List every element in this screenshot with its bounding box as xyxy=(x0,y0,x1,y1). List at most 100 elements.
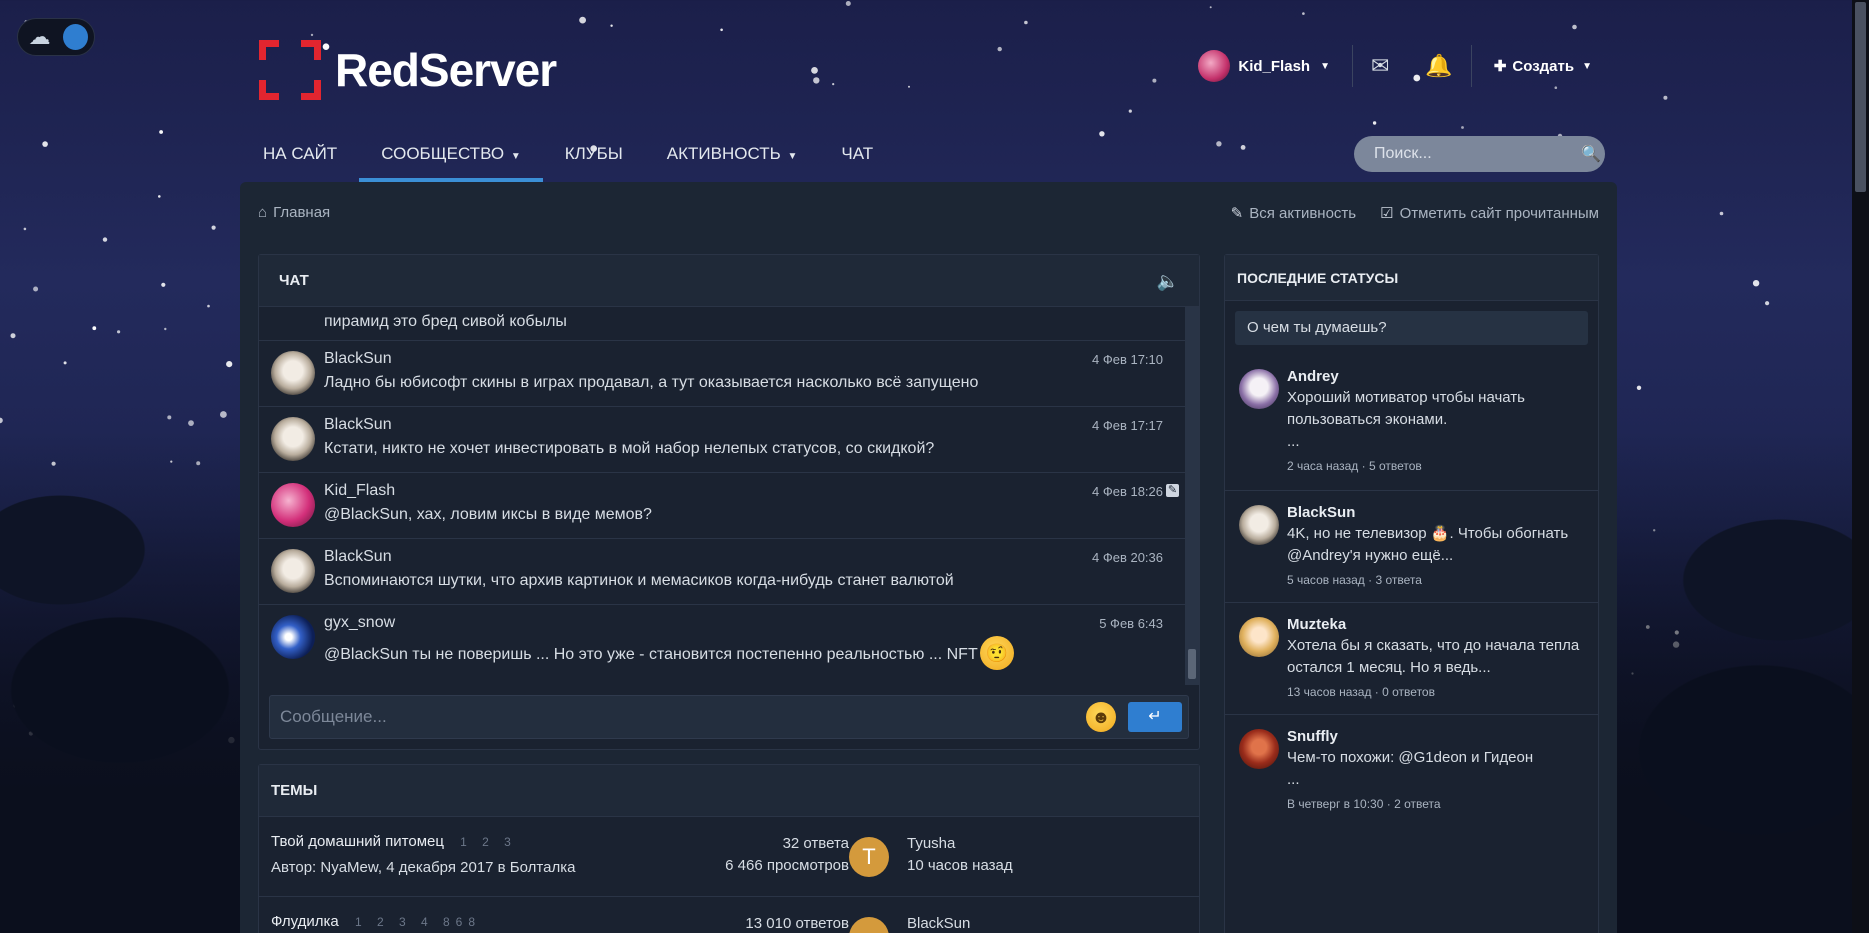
avatar[interactable] xyxy=(271,549,315,593)
main-container: ⌂ Главная ✎ Вся активность ☑ Отметить сайт… xyxy=(240,182,1617,933)
toggle-knob xyxy=(62,24,88,50)
chat-time: 4 Фев 18:26 xyxy=(1091,484,1163,499)
nav-clubs[interactable]: КЛУБЫ xyxy=(543,140,645,182)
chat-message-text: пирамид это бред сивой кобылы xyxy=(324,313,567,330)
topic-stats: 13 010 ответов xyxy=(745,913,849,933)
avatar[interactable] xyxy=(1239,617,1279,657)
scrollbar-thumb[interactable] xyxy=(1855,2,1866,192)
status-text: Хороший мотиватор чтобы начать пользоват… xyxy=(1287,389,1525,428)
chat-message: Kid_Flash 4 Фев 18:26 ✎ @BlackSun, хах, … xyxy=(259,473,1199,539)
status-meta[interactable]: В четверг в 10:30 · 2 ответа xyxy=(1287,797,1586,811)
status-author[interactable]: Snuffly xyxy=(1287,727,1586,747)
status-ellipsis[interactable]: ... xyxy=(1287,769,1586,791)
edit-icon[interactable]: ✎ xyxy=(1166,484,1179,497)
avatar[interactable] xyxy=(849,917,889,933)
chat-author[interactable]: gyx_snow xyxy=(324,614,395,632)
chat-message-text: Ладно бы юбисофт скины в играх продавал,… xyxy=(324,374,979,391)
chat-message-text: @BlackSun, хах, ловим иксы в виде мемов? xyxy=(324,506,652,523)
chat-message: BlackSun 4 Фев 17:10 Ладно бы юбисофт ск… xyxy=(259,341,1199,407)
topic-title[interactable]: Твой домашний питомец xyxy=(271,833,444,850)
message-input[interactable] xyxy=(280,707,1086,727)
status-meta[interactable]: 13 часов назад · 0 ответов xyxy=(1287,685,1586,699)
avatar[interactable] xyxy=(1239,505,1279,545)
nav-chat[interactable]: ЧАТ xyxy=(819,140,895,182)
status-item: BlackSun 4K, но не телевизор 🎂. Чтобы об… xyxy=(1225,491,1598,603)
chat-message: BlackSun 4 Фев 20:36 Вспоминаются шутки,… xyxy=(259,539,1199,605)
chat-messages[interactable]: пирамид это бред сивой кобылы BlackSun 4… xyxy=(259,307,1199,685)
status-author[interactable]: Andrey xyxy=(1287,367,1586,387)
table-row: Твой домашний питомец 1 2 3 Автор: NyaMe… xyxy=(259,817,1199,897)
avatar[interactable] xyxy=(271,615,315,659)
search-input[interactable] xyxy=(1374,145,1581,163)
topic-author[interactable]: NyaMew xyxy=(320,859,378,876)
status-author[interactable]: BlackSun xyxy=(1287,503,1586,523)
last-user[interactable]: Tyusha xyxy=(907,833,1013,855)
chat-scrollbar[interactable] xyxy=(1185,307,1199,685)
chat-block: ЧАТ 🔈 пирамид это бред сивой кобылы Blac… xyxy=(258,254,1200,750)
topic-last-post: Tyusha 10 часов назад xyxy=(907,833,1013,877)
main-nav: НА САЙТ СООБЩЕСТВО ▼ КЛУБЫ АКТИВНОСТЬ ▼ … xyxy=(259,140,895,182)
status-meta[interactable]: 5 часов назад · 3 ответа xyxy=(1287,573,1586,587)
topic-pages[interactable]: 1 2 3 xyxy=(460,835,517,849)
chat-author[interactable]: BlackSun xyxy=(324,548,392,566)
chevron-down-icon: ▼ xyxy=(1582,60,1592,72)
topic-last-post: BlackSun xyxy=(907,913,970,933)
mark-read-link[interactable]: ☑ Отметить сайт прочитанным xyxy=(1380,204,1599,222)
chat-header: ЧАТ 🔈 xyxy=(259,255,1199,307)
checkbox-icon: ☑ xyxy=(1380,205,1394,222)
topic-stats: 32 ответа 6 466 просмотров xyxy=(725,833,849,877)
status-input[interactable]: О чем ты думаешь? xyxy=(1235,311,1588,345)
plus-icon: ✚ xyxy=(1493,58,1507,75)
topics-block: ТЕМЫ Твой домашний питомец 1 2 3 Автор: … xyxy=(258,764,1200,933)
chat-time: 4 Фев 17:17 xyxy=(1091,418,1163,433)
weather-toggle[interactable]: ☁ xyxy=(17,18,95,56)
topics-header: ТЕМЫ xyxy=(259,765,1199,817)
avatar[interactable] xyxy=(271,351,315,395)
topic-pages[interactable]: 1 2 3 4 868 xyxy=(355,915,481,929)
nav-community[interactable]: СООБЩЕСТВО ▼ xyxy=(359,140,543,182)
breadcrumb: ⌂ Главная xyxy=(258,204,330,221)
send-button[interactable]: ↵ xyxy=(1128,702,1182,732)
chat-author[interactable]: BlackSun xyxy=(324,350,392,368)
all-activity-link[interactable]: ✎ Вся активность xyxy=(1231,204,1356,222)
chat-author[interactable]: Kid_Flash xyxy=(324,482,395,500)
bell-icon[interactable]: 🔔 xyxy=(1407,53,1470,79)
chevron-down-icon: ▼ xyxy=(510,151,521,162)
username: Kid_Flash xyxy=(1238,57,1311,75)
user-menu[interactable]: Kid_Flash ▼ xyxy=(1198,50,1352,82)
chat-composer: ☻ ↵ xyxy=(269,695,1189,739)
breadcrumb-home[interactable]: Главная xyxy=(273,204,330,221)
page-scrollbar[interactable] xyxy=(1852,0,1869,933)
speaker-icon[interactable]: 🔈 xyxy=(1157,255,1179,307)
search-icon[interactable]: 🔍 xyxy=(1581,144,1601,164)
emoji-picker-icon[interactable]: ☻ xyxy=(1086,702,1116,732)
status-text: 4K, но не телевизор 🎂. Чтобы обогнать @A… xyxy=(1287,525,1569,564)
avatar[interactable] xyxy=(271,417,315,461)
avatar xyxy=(1198,50,1231,82)
chat-message: пирамид это бред сивой кобылы xyxy=(259,307,1199,341)
chat-message-text: Кстати, никто не хочет инвестировать в м… xyxy=(324,440,935,457)
nav-site[interactable]: НА САЙТ xyxy=(259,140,359,182)
logo-mark-icon xyxy=(259,40,321,100)
chat-message: gyx_snow 5 Фев 6:43 @BlackSun ты не пове… xyxy=(259,605,1199,677)
avatar[interactable] xyxy=(1239,369,1279,409)
snow-cloud-icon: ☁ xyxy=(28,24,51,49)
scrollbar-thumb[interactable] xyxy=(1188,649,1196,679)
site-logo[interactable]: RedServer xyxy=(259,40,557,100)
create-label: Создать xyxy=(1512,57,1575,75)
avatar[interactable] xyxy=(271,483,315,527)
chat-author[interactable]: BlackSun xyxy=(324,416,392,434)
topics-title: ТЕМЫ xyxy=(271,782,318,799)
status-meta[interactable]: 2 часа назад · 5 ответов xyxy=(1287,459,1586,473)
topic-views: 6 466 просмотров xyxy=(725,857,849,874)
statuses-title: ПОСЛЕДНИЕ СТАТУСЫ xyxy=(1237,270,1399,286)
create-button[interactable]: ✚ Создать ▼ xyxy=(1472,57,1592,76)
envelope-icon[interactable]: ✉ xyxy=(1353,53,1407,79)
topic-title[interactable]: Флудилка xyxy=(271,913,339,930)
avatar[interactable]: T xyxy=(849,837,889,877)
status-author[interactable]: Muzteka xyxy=(1287,615,1586,635)
avatar[interactable] xyxy=(1239,729,1279,769)
nav-activity[interactable]: АКТИВНОСТЬ ▼ xyxy=(645,140,820,182)
status-ellipsis[interactable]: ... xyxy=(1287,431,1586,453)
last-user[interactable]: BlackSun xyxy=(907,913,970,933)
